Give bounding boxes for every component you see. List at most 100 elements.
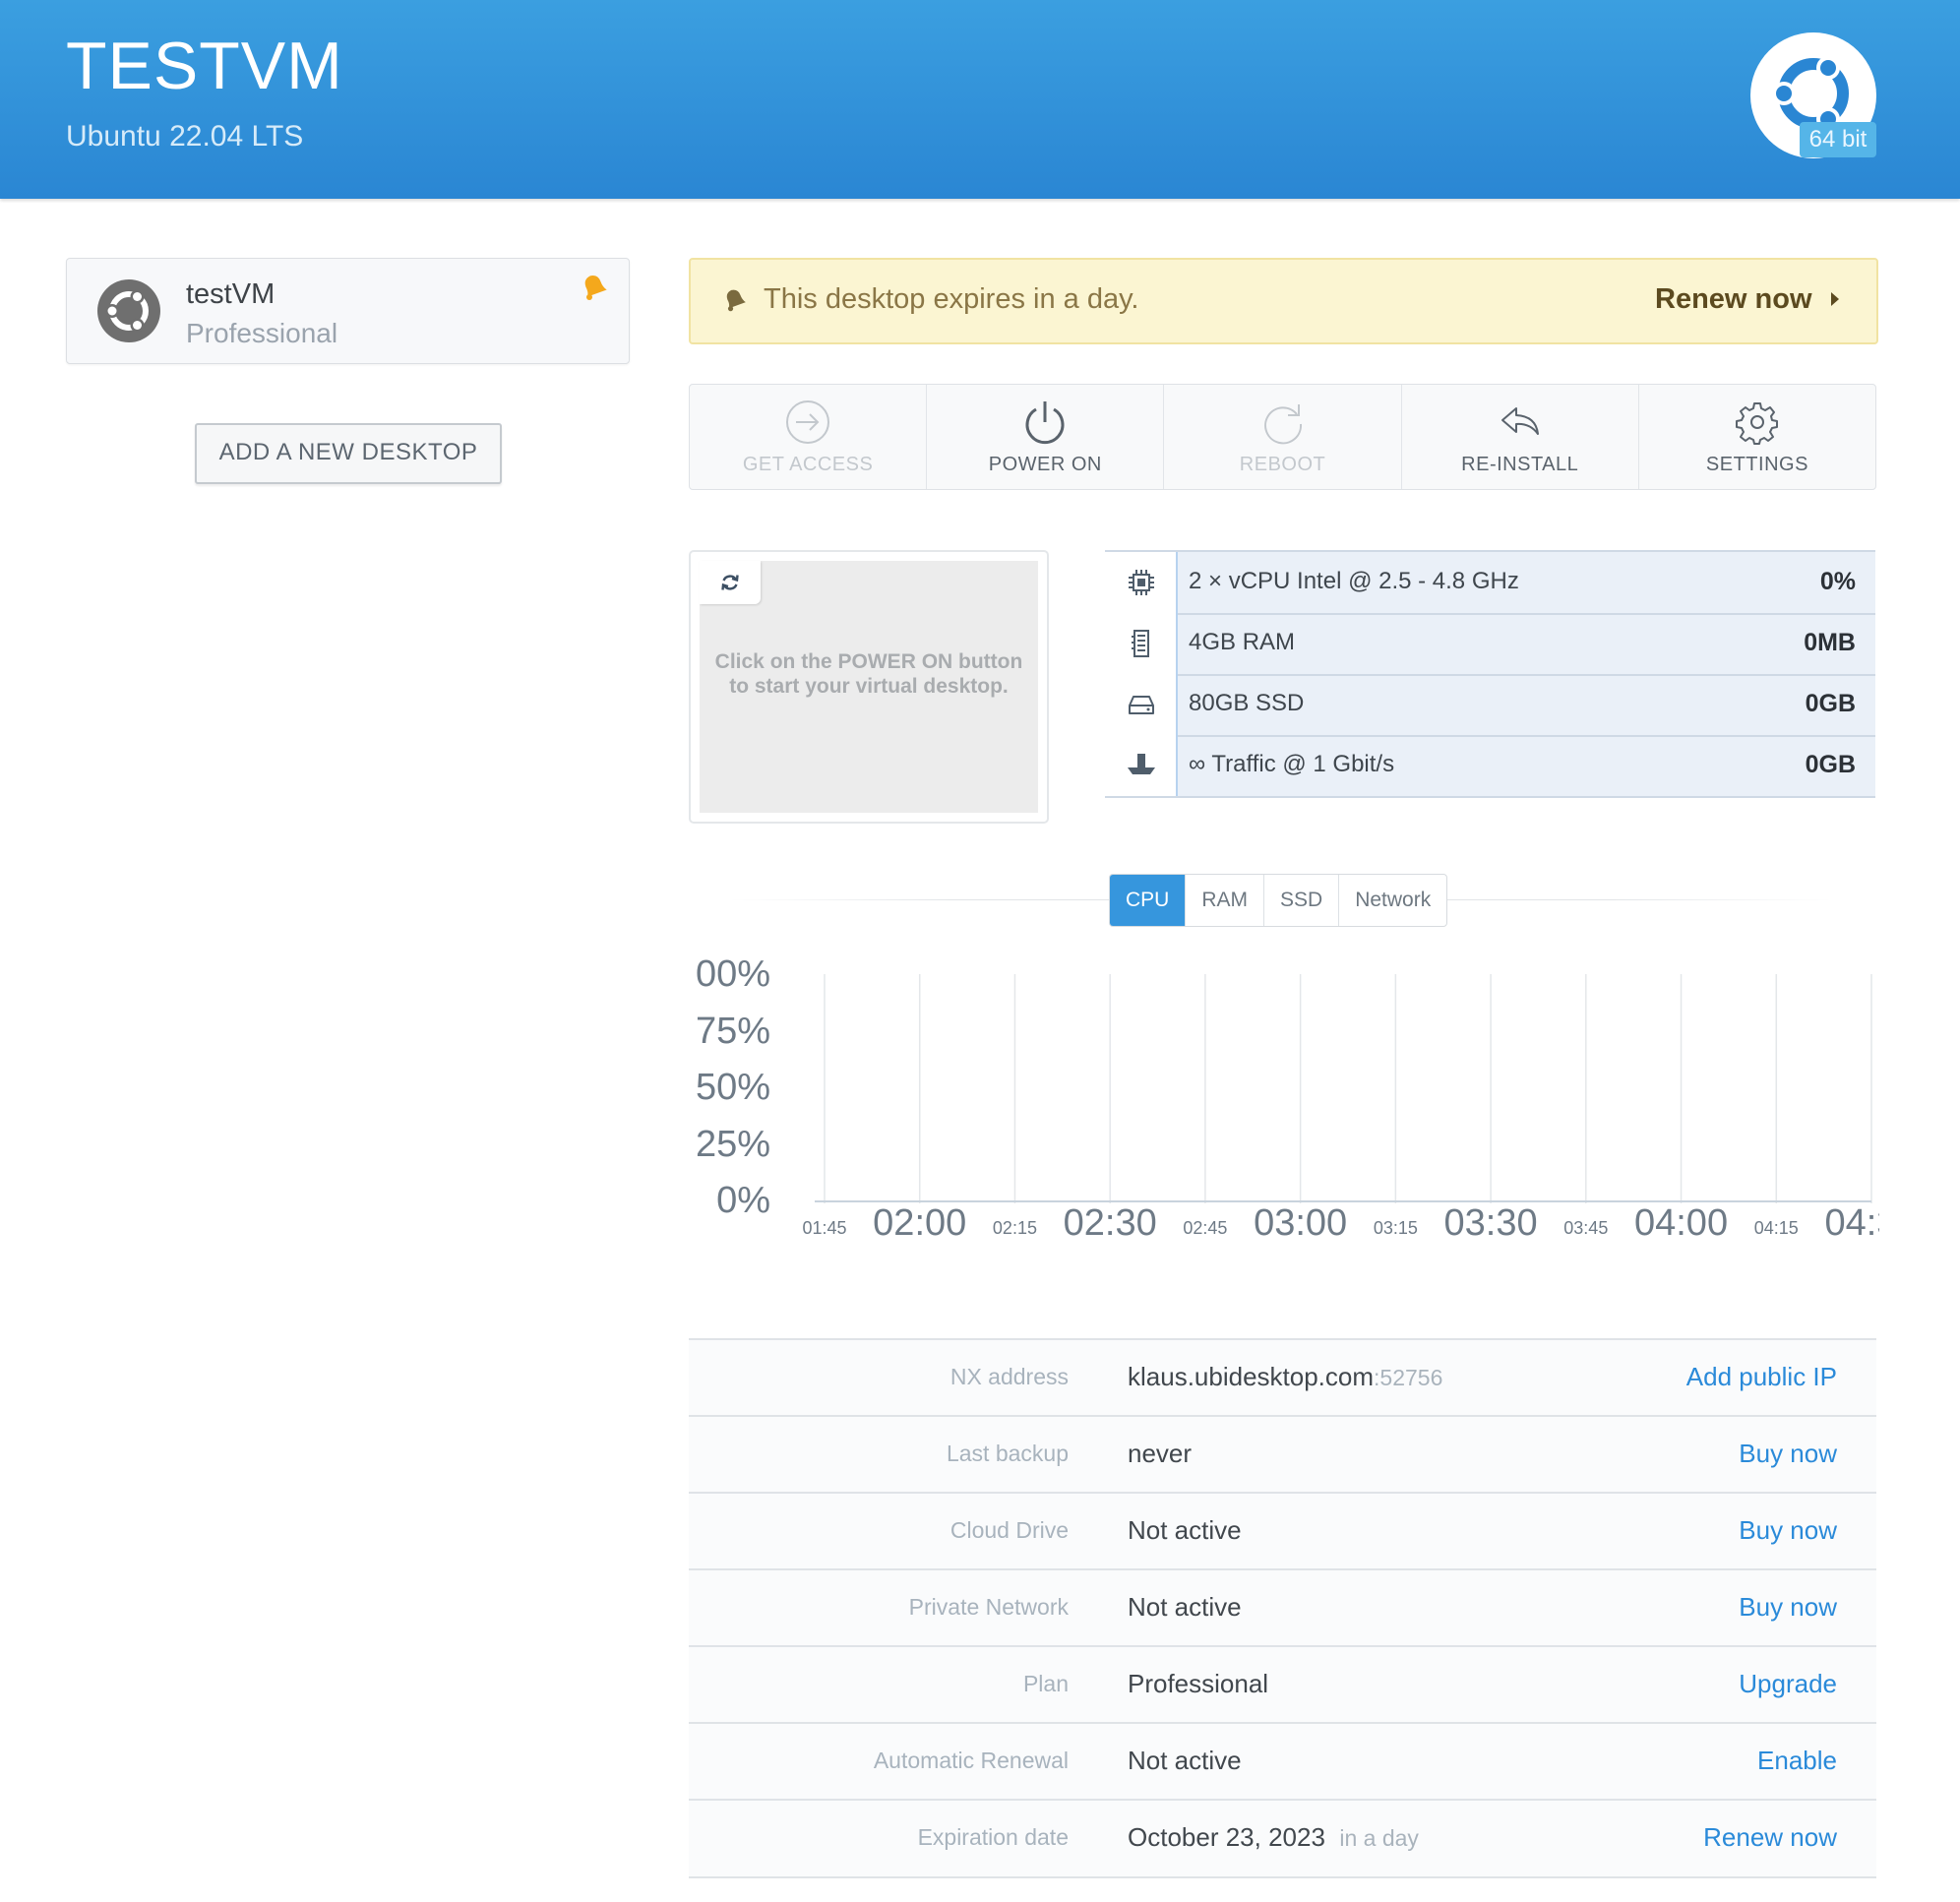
info-value: October 23, 2023 in a day [1128,1822,1419,1853]
reboot-icon [1263,404,1302,445]
action-toolbar: GET ACCESS POWER ON REBOOT RE-INSTALL SE… [689,384,1876,490]
add-public-ip-link[interactable]: Add public IP [1686,1362,1837,1392]
expiry-message: This desktop expires in a day. [764,283,1139,315]
chart-y-tick: 75% [696,1011,770,1052]
nx-host: klaus.ubidesktop.com [1128,1362,1375,1391]
info-row-cloud-drive: Cloud Drive Not active Buy now [689,1492,1876,1569]
tab-ssd[interactable]: SSD [1264,875,1340,926]
info-label: Plan [1022,1671,1069,1696]
chart-x-tick: 03:00 [1254,1202,1347,1244]
vm-list-item[interactable]: testVM Professional [66,258,630,364]
refresh-preview-button[interactable] [700,561,761,604]
info-value: Not active [1128,1515,1242,1545]
chart-x-tick: 01:45 [802,1218,846,1238]
desktop-preview: Click on the POWER ON button to start yo… [689,550,1049,824]
expiry-banner: This desktop expires in a day. Renew now [689,258,1878,344]
settings-label: SETTINGS [1705,454,1808,475]
info-row-expiration: Expiration date October 23, 2023 in a da… [689,1799,1876,1878]
chart-x-tick: 02:45 [1183,1218,1227,1238]
info-row-plan: Plan Professional Upgrade [689,1645,1876,1723]
buy-backup-link[interactable]: Buy now [1739,1439,1837,1469]
caret-right-icon [1829,291,1841,312]
reinstall-button[interactable]: RE-INSTALL [1402,385,1639,489]
bell-icon [579,273,608,307]
cpu-icon [1105,552,1178,613]
info-value: Professional [1128,1669,1269,1698]
spec-value: 0% [1819,568,1856,595]
reboot-label: REBOOT [1239,454,1326,475]
info-row-nx-address: NX address klaus.ubidesktop.com:52756 Ad… [689,1338,1876,1416]
chart-y-tick: 50% [696,1067,770,1108]
info-label: Cloud Drive [949,1517,1069,1543]
buy-private-network-link[interactable]: Buy now [1739,1592,1837,1623]
spec-label: 2 × vCPU Intel @ 2.5 - 4.8 GHz [1189,568,1519,594]
info-label: Automatic Renewal [873,1748,1069,1773]
chart-x-tick: 02:00 [873,1202,966,1244]
buy-cloud-drive-link[interactable]: Buy now [1739,1515,1837,1546]
spec-value: 0GB [1805,690,1856,717]
expiration-date: October 23, 2023 [1128,1822,1325,1852]
chart-tabs: CPU RAM SSD Network [1109,874,1448,927]
tab-cpu[interactable]: CPU [1110,875,1187,926]
spec-row-ram: 4GB RAM 0MB [1105,613,1875,676]
spec-value: 0GB [1805,751,1856,778]
chart-x-tick: 03:45 [1563,1218,1608,1238]
nx-port: :52756 [1374,1365,1443,1390]
arch-badge: 64 bit [1800,122,1876,157]
spec-value: 0MB [1804,629,1856,656]
network-icon [1105,735,1178,796]
chart-x-tick: 03:15 [1374,1218,1418,1238]
chart-x-tick: 02:30 [1064,1202,1157,1244]
page-title: TESTVM [66,29,343,103]
disk-icon [1105,674,1178,735]
reboot-button[interactable]: REBOOT [1164,385,1402,489]
renew-now-link[interactable]: Renew now [1703,1822,1837,1853]
chart-y-tick: 25% [696,1124,770,1165]
ram-icon [1105,613,1178,674]
info-row-auto-renewal: Automatic Renewal Not active Enable [689,1722,1876,1800]
get-access-button[interactable]: GET ACCESS [690,385,928,489]
info-value: Not active [1128,1592,1242,1622]
add-desktop-button[interactable]: ADD A NEW DESKTOP [195,423,502,484]
info-row-last-backup: Last backup never Buy now [689,1415,1876,1493]
os-subtitle: Ubuntu 22.04 LTS [66,120,304,153]
spec-label: ∞ Traffic @ 1 Gbit/s [1189,751,1395,777]
bell-icon [721,287,747,318]
chart-x-tick: 04:00 [1634,1202,1728,1244]
tab-ram[interactable]: RAM [1186,875,1265,926]
spec-label: 80GB SSD [1189,690,1305,716]
tab-network[interactable]: Network [1339,875,1446,926]
power-on-label: POWER ON [988,454,1102,475]
power-icon [1025,401,1065,445]
vm-os-icon [96,278,161,348]
info-value: never [1128,1439,1193,1468]
renew-now-button[interactable]: Renew now [1655,283,1812,316]
info-row-private-network: Private Network Not active Buy now [689,1568,1876,1646]
settings-button[interactable]: SETTINGS [1639,385,1875,489]
page-header: TESTVM Ubuntu 22.04 LTS 64 bit [0,0,1960,199]
chart-x-tick: 04:30 [1824,1202,1879,1244]
preview-message: Click on the POWER ON button to start yo… [714,650,1023,698]
usage-chart: 00% 75% 50% 25% 0% 01:45 02:00 02:15 02:30 02:45 0… [696,953,1879,1244]
enable-renewal-link[interactable]: Enable [1757,1746,1837,1776]
vm-name: testVM [186,278,276,310]
chart-x-tick: 03:30 [1444,1202,1538,1244]
chart-y-tick: 00% [696,953,770,995]
info-label: NX address [949,1364,1069,1389]
spec-row-network: ∞ Traffic @ 1 Gbit/s 0GB [1105,735,1875,798]
info-value: klaus.ubidesktop.com:52756 [1128,1362,1442,1392]
chart-x-tick: 04:15 [1754,1218,1799,1238]
expiration-relative: in a day [1339,1825,1419,1851]
get-access-label: GET ACCESS [742,454,874,475]
power-on-button[interactable]: POWER ON [927,385,1165,489]
chart-x-tick: 02:15 [993,1218,1037,1238]
chart-y-tick: 0% [716,1180,770,1221]
sign-in-icon [786,400,830,444]
upgrade-link[interactable]: Upgrade [1739,1669,1837,1699]
refresh-icon [721,575,739,590]
reply-icon [1501,407,1539,435]
resource-specs: 2 × vCPU Intel @ 2.5 - 4.8 GHz 0% 4GB RA… [1105,550,1875,798]
info-label: Private Network [908,1594,1069,1620]
gear-icon [1735,402,1778,445]
info-value: Not active [1128,1746,1242,1775]
